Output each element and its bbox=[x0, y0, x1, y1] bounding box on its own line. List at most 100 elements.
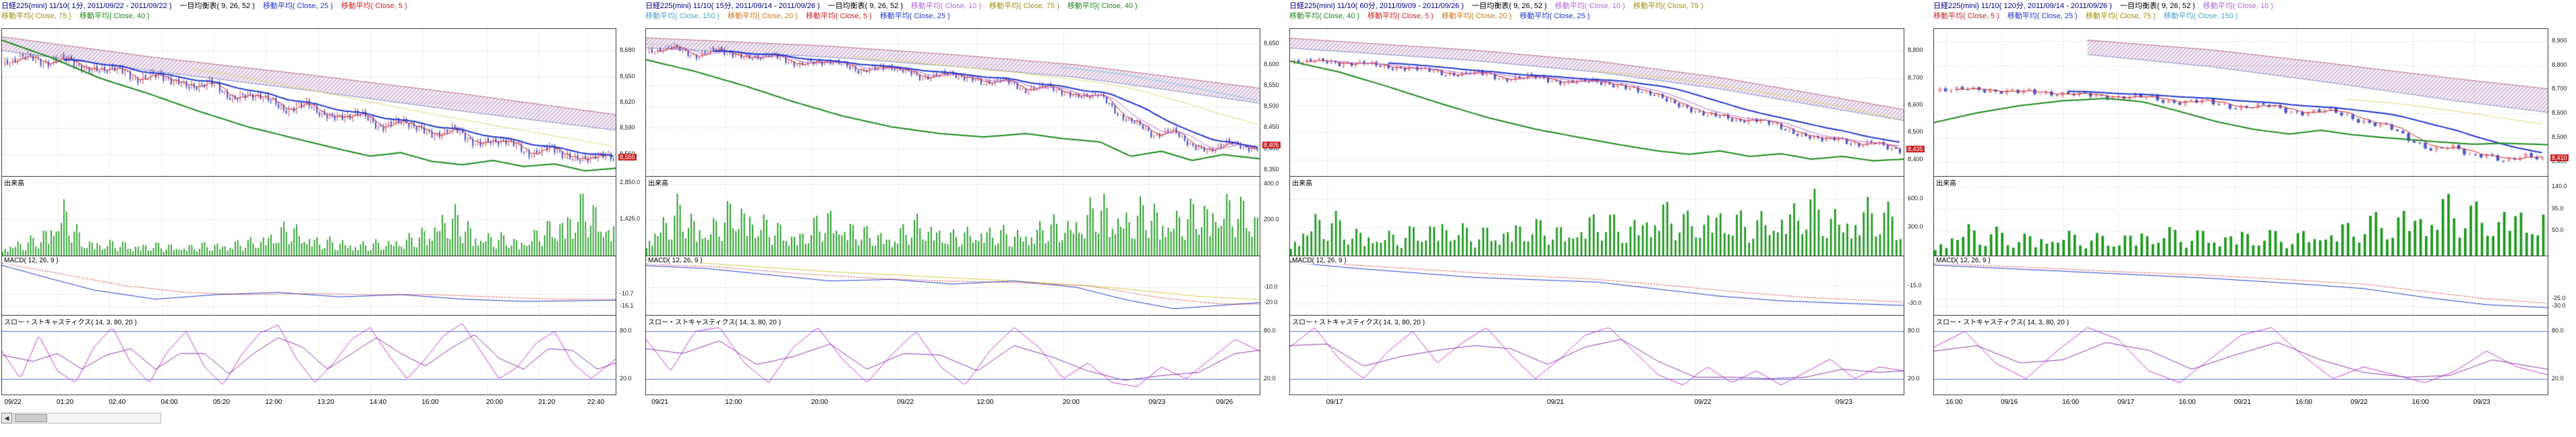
stoch-canvas[interactable] bbox=[1934, 316, 2548, 395]
macd-canvas[interactable] bbox=[1290, 256, 1904, 315]
last-price-badge: 8,435 bbox=[1906, 146, 1925, 152]
price-canvas[interactable] bbox=[2, 29, 616, 176]
last-price-badge: 8,410 bbox=[2550, 154, 2569, 161]
time-axis-label: 04:00 bbox=[161, 399, 178, 406]
legend-item: 一目均衡表( 9, 26, 52 ) bbox=[2120, 2, 2195, 10]
time-axis-label: 01:20 bbox=[57, 399, 74, 406]
macd-axis: -15.0-30.0 bbox=[1906, 256, 1930, 316]
price-axis-tick: 8,600 bbox=[2552, 109, 2567, 116]
stoch-chart[interactable]: スロー・ストキャスティクス( 14, 3, 80, 20 ) 80.020.0 bbox=[1933, 315, 2573, 395]
macd-chart[interactable]: MACD( 12, 26, 9 ) -10.0-20.0 bbox=[645, 256, 1285, 316]
stoch-label: スロー・ストキャスティクス( 14, 3, 80, 20 ) bbox=[648, 316, 781, 326]
volume-chart[interactable]: 出来高 600.0300.0 bbox=[1289, 176, 1929, 256]
chart-panel: 日経225(mini) 11/10( 120分, 2011/09/14 - 20… bbox=[1932, 0, 2573, 437]
legend-item: 移動平均( Close, 40 ) bbox=[1289, 12, 1359, 20]
legend-item: 移動平均( Close, 25 ) bbox=[1520, 12, 1590, 20]
stoch-axis-tick: 80.0 bbox=[2552, 327, 2564, 334]
price-chart[interactable]: 8,9008,8008,7008,6008,5008,4008,410 bbox=[1933, 28, 2573, 177]
macd-chart[interactable]: MACD( 12, 26, 9 ) -10.7-16.1 bbox=[1, 256, 641, 316]
panel-header: 日経225(mini) 11/10( 15分, 2011/09/14 - 201… bbox=[645, 1, 1285, 27]
price-axis-tick: 8,550 bbox=[1264, 82, 1279, 88]
volume-chart[interactable]: 出来高 2,850.01,425.0 bbox=[1, 176, 641, 256]
time-axis-label: 16:00 bbox=[421, 399, 438, 406]
stoch-chart[interactable]: スロー・ストキャスティクス( 14, 3, 80, 20 ) 80.0 20.0 bbox=[1, 315, 641, 395]
time-axis-label: 09/22 bbox=[2351, 399, 2368, 406]
stoch-chart[interactable]: スロー・ストキャスティクス( 14, 3, 80, 20 ) 80.020.0 bbox=[1289, 315, 1929, 395]
scroll-left-button[interactable]: ◀ bbox=[1, 413, 12, 424]
stoch-label: スロー・ストキャスティクス( 14, 3, 80, 20 ) bbox=[4, 316, 137, 326]
price-chart[interactable]: 8,8008,7008,6008,5008,4008,435 bbox=[1289, 28, 1929, 177]
legend-item: 移動平均( Close, 10 ) bbox=[1555, 2, 1625, 10]
stoch-axis-tick: 80.0 bbox=[620, 327, 632, 334]
volume-axis-tick: 140.0 bbox=[2552, 183, 2567, 190]
legend-item: 移動平均( Close, 25 ) bbox=[263, 2, 333, 10]
volume-axis-tick: 95.0 bbox=[2552, 205, 2564, 212]
stoch-axis-tick: 20.0 bbox=[620, 375, 632, 382]
volume-canvas[interactable] bbox=[646, 177, 1260, 256]
price-axis-tick: 8,700 bbox=[1908, 74, 1923, 81]
panel-header-line1: 日経225(mini) 11/10( 1分, 2011/09/22 - 2011… bbox=[1, 1, 641, 11]
panel-header: 日経225(mini) 11/10( 120分, 2011/09/14 - 20… bbox=[1933, 1, 2573, 27]
time-axis-label: 09/21 bbox=[651, 399, 668, 406]
stoch-canvas[interactable] bbox=[1290, 316, 1904, 395]
stoch-axis: 80.020.0 bbox=[1906, 315, 1930, 395]
legend-item: 移動平均( Close, 75 ) bbox=[2086, 12, 2156, 20]
volume-chart[interactable]: 出来高 140.095.050.0 bbox=[1933, 176, 2573, 256]
price-chart[interactable]: 8,6508,6008,5508,5008,4508,4008,3508,405 bbox=[645, 28, 1285, 177]
price-axis: 8,9008,8008,7008,6008,5008,4008,410 bbox=[2550, 28, 2574, 177]
volume-axis-tick: 50.0 bbox=[2552, 227, 2564, 233]
legend-item: 移動平均( Close, 5 ) bbox=[1933, 12, 1999, 20]
scrollbar-thumb[interactable] bbox=[15, 414, 47, 422]
stoch-axis: 80.020.0 bbox=[1262, 315, 1286, 395]
time-axis-label: 20:00 bbox=[1063, 399, 1080, 406]
legend-item: 一目均衡表( 9, 26, 52 ) bbox=[828, 2, 903, 10]
volume-chart[interactable]: 出来高 400.0200.0 bbox=[645, 176, 1285, 256]
macd-canvas[interactable] bbox=[1934, 256, 2548, 315]
panel-header: 日経225(mini) 11/10( 60分, 2011/09/09 - 201… bbox=[1289, 1, 1929, 27]
price-chart[interactable]: 8,6808,6508,6208,5908,5608,555 bbox=[1, 28, 641, 177]
macd-canvas[interactable] bbox=[646, 256, 1260, 315]
panel-header-line2: 移動平均( Close, 75 )移動平均( Close, 40 ) bbox=[1, 11, 641, 22]
macd-axis-tick: -10.7 bbox=[620, 290, 634, 297]
price-axis-tick: 8,800 bbox=[2552, 61, 2567, 68]
stoch-canvas[interactable] bbox=[2, 316, 616, 395]
volume-canvas[interactable] bbox=[1934, 177, 2548, 256]
volume-label: 出来高 bbox=[1292, 177, 1312, 187]
macd-chart[interactable]: MACD( 12, 26, 9 ) -25.0-30.0 bbox=[1933, 256, 2573, 316]
time-axis-label: 09/22 bbox=[1695, 399, 1711, 406]
macd-canvas[interactable] bbox=[2, 256, 616, 315]
macd-label: MACD( 12, 26, 9 ) bbox=[648, 257, 703, 264]
time-axis-label: 09/23 bbox=[2473, 399, 2490, 406]
legend-item: 一目均衡表( 9, 26, 52 ) bbox=[180, 2, 255, 10]
macd-axis: -25.0-30.0 bbox=[2550, 256, 2574, 316]
time-axis-label: 12:00 bbox=[725, 399, 742, 406]
volume-canvas[interactable] bbox=[2, 177, 616, 256]
scrollbar[interactable]: ◀ bbox=[1, 413, 616, 425]
price-axis-tick: 8,620 bbox=[620, 98, 635, 105]
time-axis-label: 13:20 bbox=[318, 399, 334, 406]
volume-axis: 600.0300.0 bbox=[1906, 176, 1930, 256]
stoch-canvas[interactable] bbox=[646, 316, 1260, 395]
price-canvas[interactable] bbox=[646, 29, 1260, 176]
volume-axis-tick: 1,425.0 bbox=[620, 215, 640, 222]
legend-item: 移動平均( Close, 10 ) bbox=[2203, 2, 2273, 10]
legend-item: 移動平均( Close, 25 ) bbox=[880, 12, 950, 20]
stoch-chart[interactable]: スロー・ストキャスティクス( 14, 3, 80, 20 ) 80.020.0 bbox=[645, 315, 1285, 395]
price-canvas[interactable] bbox=[1290, 29, 1904, 176]
time-axis-label: 09/22 bbox=[5, 399, 22, 406]
legend-item: 移動平均( Close, 40 ) bbox=[80, 12, 150, 20]
price-canvas[interactable] bbox=[1934, 29, 2548, 176]
time-axis-label: 16:00 bbox=[1945, 399, 1962, 406]
volume-axis: 400.0200.0 bbox=[1262, 176, 1286, 256]
macd-chart[interactable]: MACD( 12, 26, 9 ) -15.0-30.0 bbox=[1289, 256, 1929, 316]
price-axis-tick: 8,400 bbox=[1908, 156, 1923, 163]
legend-item: 移動平均( Close, 25 ) bbox=[2008, 12, 2078, 20]
legend-item: 日経225(mini) 11/10( 1分, 2011/09/22 - 2011… bbox=[1, 2, 172, 10]
volume-canvas[interactable] bbox=[1290, 177, 1904, 256]
time-axis-label: 09/23 bbox=[1148, 399, 1165, 406]
scrollbar-track[interactable] bbox=[13, 413, 161, 424]
panel-header-line2: 移動平均( Close, 150 )移動平均( Close, 20 )移動平均(… bbox=[645, 11, 1285, 22]
price-axis: 8,6808,6508,6208,5908,5608,555 bbox=[618, 28, 642, 177]
legend-item: 日経225(mini) 11/10( 120分, 2011/09/14 - 20… bbox=[1933, 2, 2112, 10]
time-axis-label: 12:00 bbox=[976, 399, 993, 406]
